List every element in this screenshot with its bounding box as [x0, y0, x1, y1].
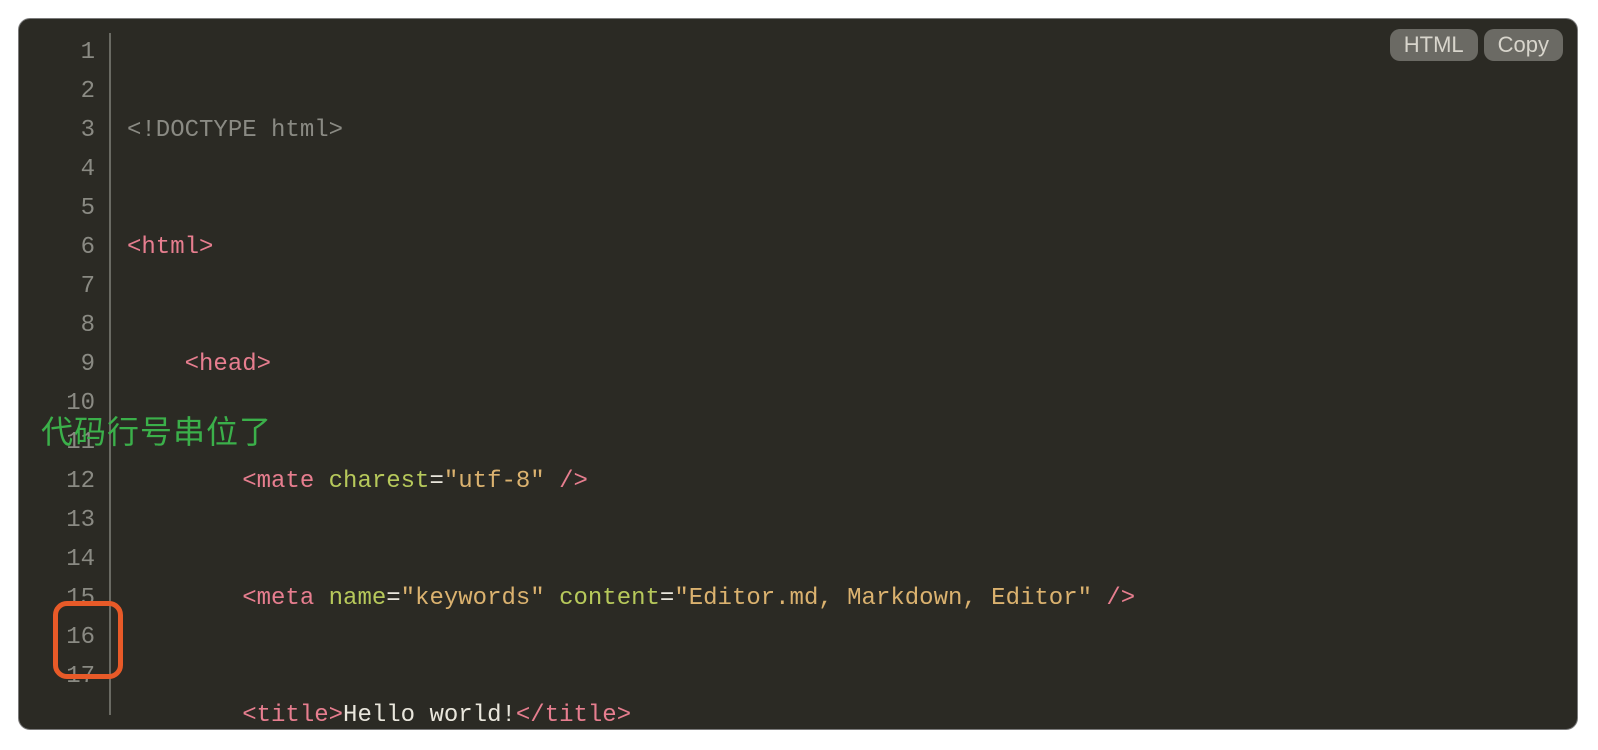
line-number: 11 [19, 423, 109, 462]
line-number: 2 [19, 72, 109, 111]
code-line: <head> [127, 345, 1577, 384]
line-number: 16 [19, 618, 109, 657]
line-number: 6 [19, 228, 109, 267]
line-number: 9 [19, 345, 109, 384]
line-number: 4 [19, 150, 109, 189]
code-line: <html> [127, 228, 1577, 267]
line-number: 15 [19, 579, 109, 618]
line-number: 8 [19, 306, 109, 345]
line-number: 12 [19, 462, 109, 501]
line-number: 7 [19, 267, 109, 306]
copy-button[interactable]: Copy [1484, 29, 1563, 61]
code-content[interactable]: <!DOCTYPE html> <html> <head> <mate char… [127, 33, 1577, 730]
code-toolbar: HTML Copy [1390, 29, 1563, 61]
code-line: <title>Hello world!</title> [127, 696, 1577, 730]
code-block: HTML Copy 1 2 3 4 5 6 7 8 9 10 11 12 13 … [18, 18, 1578, 730]
line-number: 13 [19, 501, 109, 540]
gutter-divider [109, 33, 111, 715]
line-number: 10 [19, 384, 109, 423]
language-badge: HTML [1390, 29, 1478, 61]
code-line: <mate charest="utf-8" /> [127, 462, 1577, 501]
line-number: 14 [19, 540, 109, 579]
line-number: 1 [19, 33, 109, 72]
line-number-gutter: 1 2 3 4 5 6 7 8 9 10 11 12 13 14 15 16 1… [19, 19, 109, 696]
line-number: 3 [19, 111, 109, 150]
line-number: 17 [19, 657, 109, 696]
line-number: 5 [19, 189, 109, 228]
code-line: <meta name="keywords" content="Editor.md… [127, 579, 1577, 618]
code-line: <!DOCTYPE html> [127, 111, 1577, 150]
